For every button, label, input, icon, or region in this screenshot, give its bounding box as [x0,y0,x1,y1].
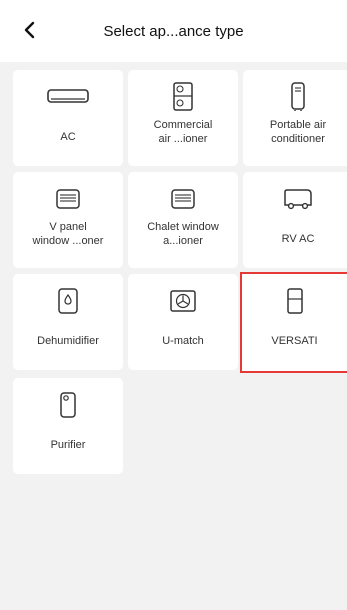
appliance-label: AC [60,131,76,143]
appliance-tile-chalet-window-ac[interactable]: Chalet window a...ioner [128,172,238,268]
appliance-label: U-match [162,335,204,347]
appliance-tile-v-panel-window-ac[interactable]: V panel window ...oner [13,172,123,268]
appliance-tile-versati[interactable]: VERSATI [240,272,347,373]
rv-ac-icon [243,184,347,214]
page-title: Select ap...ance type [103,23,244,40]
chalet-window-ac-icon [128,184,238,214]
appliance-tile-ac[interactable]: AC [13,70,123,166]
appliance-tile-u-match[interactable]: U-match [128,274,238,370]
wall-ac-icon [13,82,123,112]
appliance-label: V panel window ...oner [32,221,104,247]
appliance-tile-dehumidifier[interactable]: Dehumidifier [13,274,123,370]
appliance-label: Commercial air ...ioner [153,119,213,145]
appliance-label: VERSATI [271,335,318,347]
header-bar: Select ap...ance type [0,0,347,62]
portable-ac-icon [243,82,347,112]
window-ac-icon [13,184,123,214]
purifier-icon [13,390,123,420]
appliance-tile-portable-ac[interactable]: Portable air conditioner [243,70,347,166]
appliance-label: Purifier [50,439,86,451]
appliance-label: Portable air conditioner [269,119,327,145]
appliance-label: RV AC [281,233,315,245]
commercial-ac-icon [128,82,238,112]
appliance-tile-purifier[interactable]: Purifier [13,378,123,474]
appliance-label: Dehumidifier [37,335,99,347]
versati-unit-icon [242,286,347,316]
appliance-tile-rv-ac[interactable]: RV AC [243,172,347,268]
fan-box-icon [128,286,238,316]
appliance-tile-commercial-ac[interactable]: Commercial air ...ioner [128,70,238,166]
dehumidifier-icon [13,286,123,316]
appliance-label: Chalet window a...ioner [147,221,219,247]
